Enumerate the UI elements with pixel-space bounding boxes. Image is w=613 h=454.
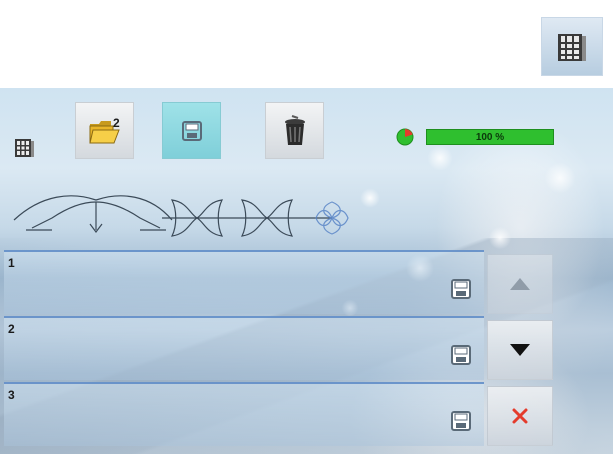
memory-pie-icon xyxy=(396,128,414,146)
scroll-down-button[interactable] xyxy=(487,320,553,380)
memory-usage-label: 100 % xyxy=(475,131,505,143)
row-number: 2 xyxy=(8,322,15,336)
memory-slot-row[interactable]: 1 xyxy=(4,250,484,314)
arrow-up-icon xyxy=(510,278,530,290)
row-number: 3 xyxy=(8,388,15,402)
memory-slot-row[interactable]: 2 xyxy=(4,316,484,380)
trash-icon xyxy=(284,114,305,145)
stitch-combo-pattern xyxy=(13,195,349,237)
save-icon[interactable] xyxy=(450,344,472,366)
save-icon[interactable] xyxy=(450,278,472,300)
delete-button[interactable] xyxy=(265,102,324,159)
memory-slot-row[interactable]: 3 xyxy=(4,382,484,446)
memory-usage-bar: 100 % xyxy=(426,129,554,145)
row-number: 1 xyxy=(8,256,15,270)
folder-badge: 2 xyxy=(113,116,120,130)
folder-open-icon: 2 xyxy=(88,116,120,143)
scroll-up-button[interactable] xyxy=(487,254,553,314)
memory-icon xyxy=(15,139,34,157)
app-window: 2 100 % 1 2 3 xyxy=(0,0,613,454)
save-icon xyxy=(181,120,202,141)
close-button[interactable] xyxy=(487,386,553,446)
open-folder-button[interactable]: 2 xyxy=(75,102,134,159)
arrow-down-icon xyxy=(510,344,530,356)
save-button[interactable] xyxy=(162,102,221,159)
memory-icon xyxy=(558,33,586,61)
memory-usage-indicator: 100 % xyxy=(396,128,554,146)
memory-button[interactable] xyxy=(541,17,603,76)
save-icon[interactable] xyxy=(450,410,472,432)
close-icon xyxy=(512,408,528,424)
stitch-memory-screen: 2 100 % 1 2 3 xyxy=(0,88,613,454)
